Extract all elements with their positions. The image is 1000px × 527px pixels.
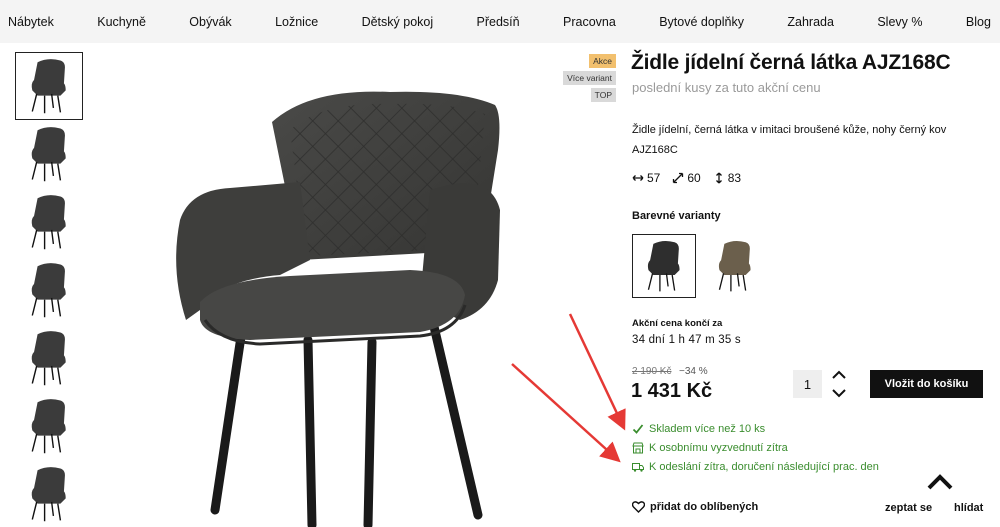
nav-item-nabytek[interactable]: Nábytek	[8, 15, 54, 29]
pickup-status-text: K osobnímu vyzvednutí zítra	[649, 442, 788, 454]
shipping-status: K odeslání zítra, doručení následující p…	[632, 461, 879, 473]
dimension-height: 83	[713, 171, 741, 185]
shipping-status-text: K odeslání zítra, doručení následující p…	[649, 461, 879, 473]
thumbnail-6[interactable]	[15, 392, 83, 460]
product-main-image[interactable]	[160, 70, 520, 527]
annotation-arrow-1	[568, 313, 626, 431]
thumbnail-4[interactable]	[15, 256, 83, 324]
product-badges: Akce Více variant TOP	[563, 54, 616, 102]
chair-thumbnail-image	[31, 194, 67, 250]
thumbnail-3[interactable]	[15, 188, 83, 256]
chair-thumbnail-image	[31, 398, 67, 454]
truck-icon	[632, 463, 644, 472]
color-variants-label: Barevné varianty	[632, 210, 721, 222]
color-variant-brown[interactable]	[703, 234, 767, 298]
nav-item-obyvak[interactable]: Obývák	[189, 15, 231, 29]
product-title: Židle jídelní černá látka AJZ168C	[631, 51, 951, 74]
chair-thumbnail-image	[31, 466, 67, 522]
nav-item-detsky-pokoj[interactable]: Dětský pokoj	[362, 15, 434, 29]
chair-thumbnail-image	[31, 58, 67, 114]
nav-item-bytove-doplnky[interactable]: Bytové doplňky	[659, 15, 744, 29]
stock-status-text: Skladem více než 10 ks	[649, 423, 766, 435]
dimension-height-value: 83	[727, 171, 742, 185]
check-icon	[632, 424, 644, 434]
color-variant-black[interactable]	[632, 234, 696, 298]
heart-icon	[632, 501, 645, 513]
pickup-status: K osobnímu vyzvednutí zítra	[632, 442, 788, 454]
add-to-cart-button[interactable]: Vložit do košíku	[870, 370, 983, 398]
thumbnail-1[interactable]	[15, 52, 83, 120]
thumbnail-7[interactable]	[15, 460, 83, 527]
badge-top: TOP	[590, 88, 616, 102]
nav-item-zahrada[interactable]: Zahrada	[787, 15, 834, 29]
wishlist-label: přidat do oblíbených	[650, 501, 759, 513]
watch-price-link[interactable]: hlídat	[954, 502, 983, 514]
product-description: Židle jídelní, černá látka v imitaci bro…	[632, 124, 947, 156]
dimension-depth-value: 60	[687, 171, 701, 185]
variant-chair-image	[718, 240, 752, 293]
width-arrow-icon	[632, 175, 644, 181]
nav-item-pracovna[interactable]: Pracovna	[563, 15, 616, 29]
stock-status: Skladem více než 10 ks	[632, 423, 765, 435]
chevron-down-icon[interactable]	[832, 388, 846, 398]
height-arrow-icon	[715, 172, 722, 184]
thumbnail-2[interactable]	[15, 120, 83, 188]
badge-more-variants: Více variant	[563, 71, 616, 85]
countdown-timer: 34 dní 1 h 47 m 35 s	[632, 334, 741, 346]
quantity-input[interactable]: 1	[793, 370, 822, 398]
dimension-width-value: 57	[647, 171, 661, 185]
nav-item-predsin[interactable]: Předsíň	[477, 15, 520, 29]
scroll-to-top-button[interactable]	[926, 472, 954, 492]
current-price: 1 431 Kč	[631, 380, 713, 402]
nav-item-kuchyne[interactable]: Kuchyně	[97, 15, 146, 29]
product-dimensions: 57 60 83	[632, 171, 741, 185]
discount-percent: −34 %	[679, 366, 708, 377]
top-navigation: Nábytek Kuchyně Obývák Ložnice Dětský po…	[0, 0, 1000, 43]
countdown-label: Akční cena končí za	[632, 318, 723, 329]
thumbnail-5[interactable]	[15, 324, 83, 392]
depth-arrow-icon	[673, 172, 684, 184]
chair-thumbnail-image	[31, 330, 67, 386]
dimension-width: 57	[632, 171, 660, 185]
product-subtitle: poslední kusy za tuto akční cenu	[632, 80, 821, 95]
chair-thumbnail-image	[31, 126, 67, 182]
ask-question-link[interactable]: zeptat se	[885, 502, 932, 514]
variant-chair-image	[647, 240, 681, 293]
thumbnail-gallery	[15, 52, 83, 527]
nav-item-blog[interactable]: Blog	[966, 15, 991, 29]
annotation-arrow-2	[511, 363, 621, 463]
chevron-up-icon[interactable]	[832, 370, 846, 380]
nav-item-loznice[interactable]: Ložnice	[275, 15, 318, 29]
add-to-wishlist-link[interactable]: přidat do oblíbených	[632, 501, 758, 513]
dimension-depth: 60	[672, 171, 701, 185]
badge-sale: Akce	[589, 54, 616, 68]
store-icon	[632, 442, 644, 454]
chair-thumbnail-image	[31, 262, 67, 318]
quantity-stepper	[830, 370, 848, 398]
old-price: 2 190 Kč	[632, 366, 672, 377]
nav-item-slevy[interactable]: Slevy %	[877, 15, 922, 29]
